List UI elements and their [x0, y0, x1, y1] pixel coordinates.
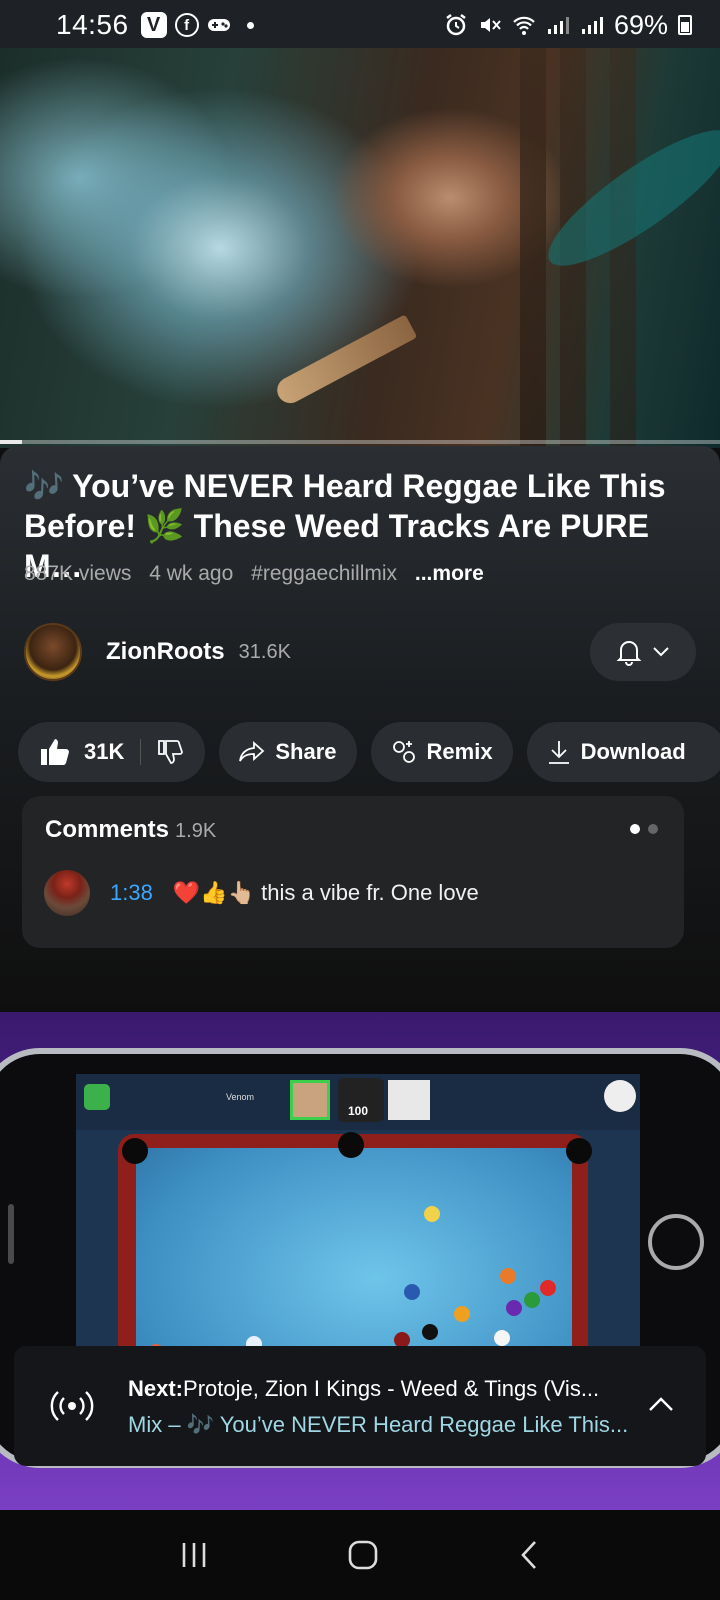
- comments-count: 1.9K: [175, 820, 217, 842]
- video-meta[interactable]: 887K views 4 wk ago #reggaechillmix ...m…: [24, 562, 496, 586]
- bell-icon: [616, 641, 642, 666]
- pool-ball: [422, 1324, 438, 1340]
- battery-percent: 69%: [613, 9, 668, 40]
- system-navigation-bar: [0, 1510, 720, 1600]
- pool-ball: [524, 1292, 540, 1308]
- chevron-up-icon[interactable]: [646, 1390, 676, 1420]
- pool-ball: [404, 1284, 420, 1300]
- pool-ball: [424, 1206, 440, 1222]
- next-up-mix-name: Mix – 🎶 You’ve NEVER Heard Reggae Like T…: [128, 1412, 629, 1437]
- home-icon[interactable]: [347, 1539, 379, 1571]
- remix-button[interactable]: Remix: [370, 722, 513, 782]
- notification-icons: V f: [140, 12, 254, 38]
- remix-icon: [392, 741, 415, 763]
- channel-avatar[interactable]: [24, 623, 82, 681]
- more-link[interactable]: ...more: [415, 562, 484, 585]
- status-time: 14:56: [56, 9, 129, 40]
- facebook-icon: f: [174, 13, 199, 37]
- game-opponent-avatar: [388, 1080, 430, 1120]
- like-dislike-group: 31K: [18, 722, 206, 782]
- channel-name[interactable]: ZionRoots: [106, 638, 225, 666]
- comments-header: Comments 1.9K: [45, 816, 216, 844]
- video-player[interactable]: [0, 48, 720, 448]
- download-label: Download: [580, 739, 686, 764]
- thumbs-down-icon[interactable]: [157, 739, 184, 765]
- view-count: 887K views: [24, 562, 132, 585]
- comment-timestamp-link[interactable]: 1:38: [110, 880, 153, 906]
- wifi-icon: [513, 16, 535, 35]
- next-up-prefix: Next:: [128, 1376, 184, 1401]
- cue-ball: [494, 1330, 510, 1346]
- thumbs-up-icon: [41, 739, 69, 765]
- upload-age: 4 wk ago: [149, 562, 234, 585]
- game-player-name: Venom: [226, 1092, 255, 1102]
- remix-label: Remix: [426, 739, 493, 764]
- more-notifications-dot: [246, 21, 254, 29]
- video-frame-detail: [520, 48, 546, 448]
- video-details-panel: 🎶 You’ve NEVER Heard Reggae Like This Be…: [0, 446, 720, 1012]
- signal-icon-1: [547, 17, 569, 34]
- pool-ball: [540, 1280, 556, 1296]
- notification-settings-button[interactable]: [590, 623, 696, 681]
- game-menu-icon: [84, 1084, 110, 1110]
- radio-broadcast-icon: [50, 1391, 94, 1421]
- channel-row: ZionRoots 31.6K: [24, 622, 696, 682]
- vpn-app-icon: V: [140, 12, 167, 38]
- like-divider: [140, 739, 142, 765]
- chevron-down-icon: [653, 647, 669, 657]
- signal-icon-2: [581, 17, 603, 34]
- status-bar: 14:56 V f 69%: [0, 0, 720, 50]
- like-count: 31K: [84, 739, 125, 764]
- download-icon: [548, 741, 569, 764]
- alarm-icon: [446, 14, 466, 36]
- like-button[interactable]: 31K: [40, 738, 124, 766]
- recent-apps-icon[interactable]: [179, 1540, 209, 1570]
- comment-text: ❤️👍👆🏼 this a vibe fr. One love: [172, 880, 479, 905]
- status-indicators: 69%: [444, 10, 692, 41]
- game-controller-icon: [207, 19, 230, 31]
- comments-label: Comments: [45, 816, 170, 843]
- subscriber-count: 31.6K: [238, 640, 291, 663]
- battery-icon: [678, 15, 692, 35]
- game-hud: Venom 100: [76, 1074, 640, 1130]
- game-cue-ball-icon: [604, 1080, 636, 1112]
- share-icon: [239, 741, 265, 762]
- share-label: Share: [275, 739, 337, 764]
- comments-panel[interactable]: Comments 1.9K 1:38 ❤️👍👆🏼 this a vibe fr. …: [22, 796, 684, 948]
- next-up-title: Next:Protoje, Zion I Kings - Weed & Ting…: [128, 1376, 628, 1402]
- pool-pocket: [566, 1138, 592, 1164]
- commenter-avatar: [44, 870, 90, 916]
- video-frame-detail: [272, 314, 418, 408]
- top-comment[interactable]: 1:38 ❤️👍👆🏼 this a vibe fr. One love: [44, 870, 479, 916]
- back-icon[interactable]: [517, 1539, 541, 1571]
- pool-ball: [506, 1300, 522, 1316]
- video-progress-bar[interactable]: [0, 440, 720, 444]
- pool-pocket: [338, 1132, 364, 1158]
- download-button[interactable]: Download: [526, 722, 720, 782]
- next-up-video-title: Protoje, Zion I Kings - Weed & Tings (Vi…: [183, 1376, 600, 1401]
- comments-pager-dots: [630, 824, 658, 834]
- next-up-bar[interactable]: Next:Protoje, Zion I Kings - Weed & Ting…: [14, 1346, 706, 1466]
- video-progress-fill: [0, 440, 22, 444]
- hashtag-link[interactable]: #reggaechillmix: [251, 562, 397, 585]
- game-bet-badge: 100: [338, 1078, 384, 1122]
- pool-ball: [500, 1268, 516, 1284]
- share-button[interactable]: Share: [219, 722, 357, 782]
- game-player-avatar: [290, 1080, 330, 1120]
- pool-ball: [454, 1306, 470, 1322]
- mute-icon: [480, 18, 501, 32]
- pool-pocket: [122, 1138, 148, 1164]
- thumbnail-detail: [8, 1204, 14, 1264]
- thumbnail-detail: [648, 1214, 704, 1270]
- game-bet-amount: 100: [348, 1104, 369, 1118]
- action-bar: 31K Share Remix Download: [18, 722, 720, 782]
